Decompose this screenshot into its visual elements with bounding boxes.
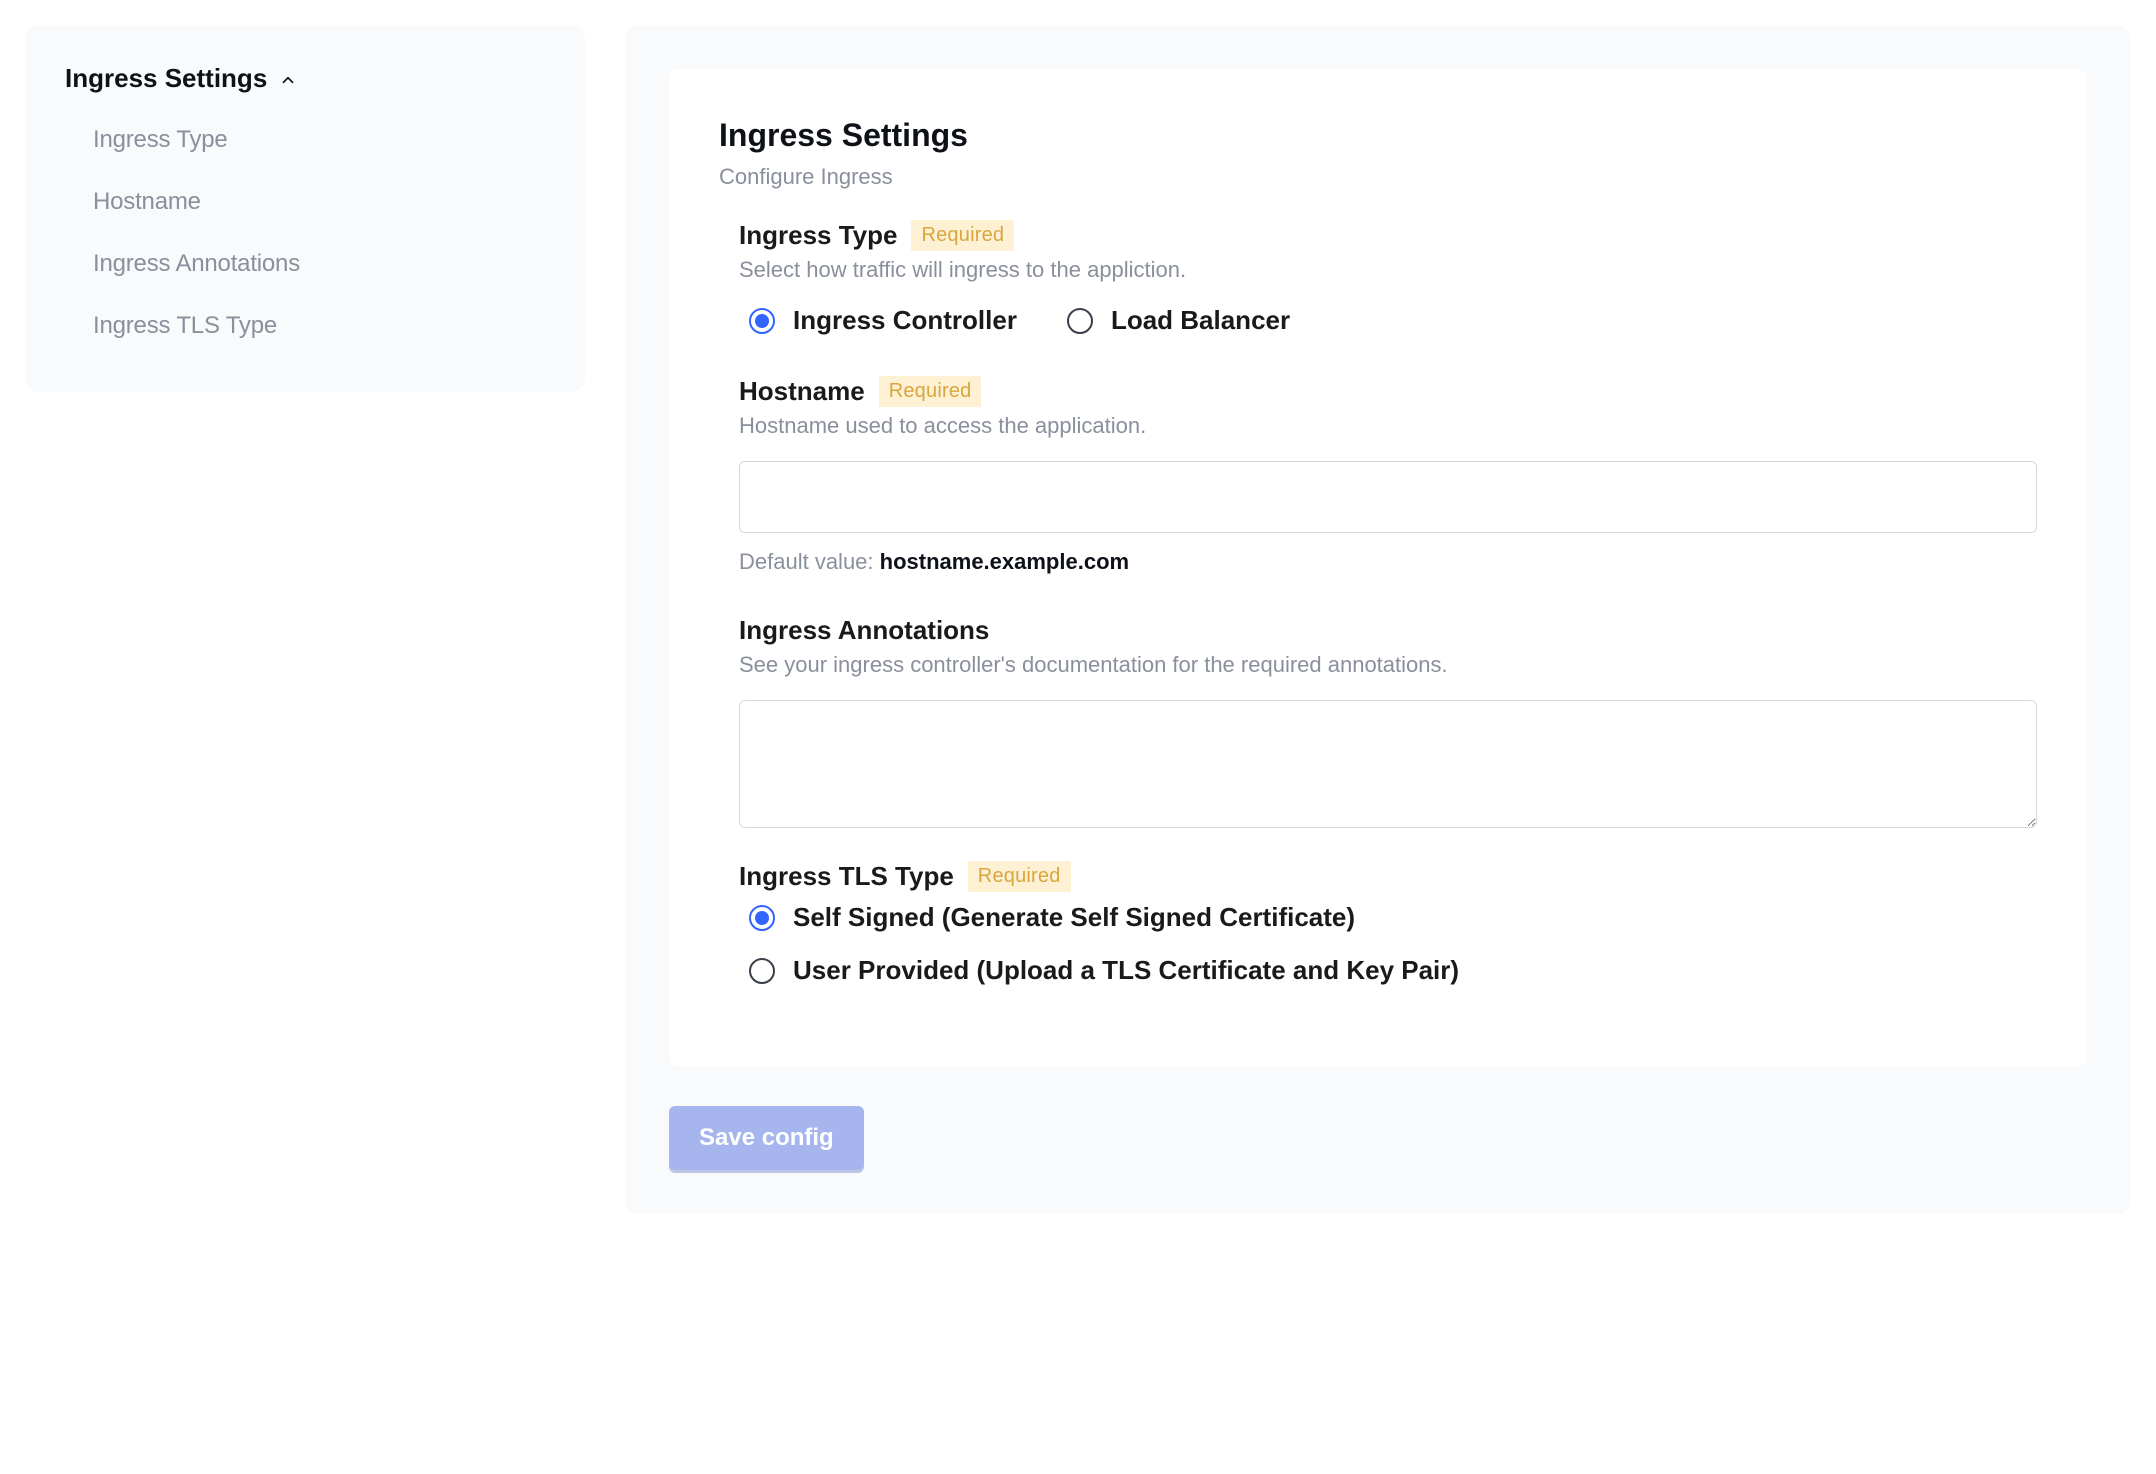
card-subtitle: Configure Ingress <box>719 164 2037 190</box>
ingress-type-options: Ingress Controller Load Balancer <box>739 305 2037 336</box>
sidebar-section-toggle[interactable]: Ingress Settings <box>65 63 545 94</box>
main-panel: Ingress Settings Configure Ingress Ingre… <box>625 25 2131 1214</box>
radio-icon <box>1067 308 1093 334</box>
radio-label: Self Signed (Generate Self Signed Certif… <box>793 902 1355 933</box>
field-label-row: Ingress Type Required <box>739 220 2037 251</box>
radio-label: User Provided (Upload a TLS Certificate … <box>793 955 1459 986</box>
sidebar-item-label: Hostname <box>93 188 201 215</box>
sidebar-item-ingress-type[interactable]: Ingress Type <box>93 118 545 162</box>
annotations-textarea[interactable] <box>739 700 2037 828</box>
required-badge: Required <box>911 220 1014 251</box>
radio-ingress-controller[interactable]: Ingress Controller <box>749 305 1017 336</box>
tls-type-options: Self Signed (Generate Self Signed Certif… <box>739 902 2037 986</box>
settings-card: Ingress Settings Configure Ingress Ingre… <box>669 69 2087 1066</box>
default-value: hostname.example.com <box>880 549 1129 574</box>
field-label-row: Ingress TLS Type Required <box>739 861 2037 892</box>
card-title: Ingress Settings <box>719 117 2037 154</box>
radio-icon <box>749 905 775 931</box>
settings-page: Ingress Settings Ingress Type Hostname I… <box>0 0 2156 1254</box>
sidebar-item-label: Ingress Type <box>93 126 228 153</box>
radio-tls-user-provided[interactable]: User Provided (Upload a TLS Certificate … <box>749 955 2037 986</box>
sidebar-item-ingress-tls-type[interactable]: Ingress TLS Type <box>93 304 545 348</box>
sidebar-item-hostname[interactable]: Hostname <box>93 180 545 224</box>
chevron-up-icon <box>279 71 297 89</box>
radio-tls-self-signed[interactable]: Self Signed (Generate Self Signed Certif… <box>749 902 2037 933</box>
default-prefix: Default value: <box>739 549 880 574</box>
sidebar-title: Ingress Settings <box>65 63 267 94</box>
field-hostname: Hostname Required Hostname used to acces… <box>719 376 2037 575</box>
sidebar: Ingress Settings Ingress Type Hostname I… <box>25 25 585 392</box>
field-label: Ingress TLS Type <box>739 861 954 892</box>
field-label-row: Ingress Annotations <box>739 615 2037 646</box>
default-value-row: Default value: hostname.example.com <box>739 549 2037 575</box>
save-config-button[interactable]: Save config <box>669 1106 864 1170</box>
field-ingress-tls-type: Ingress TLS Type Required Self Signed (G… <box>719 861 2037 986</box>
radio-icon <box>749 958 775 984</box>
field-ingress-type: Ingress Type Required Select how traffic… <box>719 220 2037 336</box>
sidebar-item-ingress-annotations[interactable]: Ingress Annotations <box>93 242 545 286</box>
field-label: Ingress Type <box>739 220 897 251</box>
field-label: Ingress Annotations <box>739 615 989 646</box>
hostname-input[interactable] <box>739 461 2037 533</box>
field-label: Hostname <box>739 376 865 407</box>
field-ingress-annotations: Ingress Annotations See your ingress con… <box>719 615 2037 833</box>
field-label-row: Hostname Required <box>739 376 2037 407</box>
required-badge: Required <box>879 376 982 407</box>
field-help: See your ingress controller's documentat… <box>739 652 2037 678</box>
field-help: Hostname used to access the application. <box>739 413 2037 439</box>
save-row: Save config <box>669 1106 2087 1170</box>
sidebar-item-label: Ingress Annotations <box>93 250 300 277</box>
radio-load-balancer[interactable]: Load Balancer <box>1067 305 1290 336</box>
sidebar-item-label: Ingress TLS Type <box>93 312 277 339</box>
radio-icon <box>749 308 775 334</box>
field-help: Select how traffic will ingress to the a… <box>739 257 2037 283</box>
radio-label: Ingress Controller <box>793 305 1017 336</box>
radio-label: Load Balancer <box>1111 305 1290 336</box>
sidebar-items: Ingress Type Hostname Ingress Annotation… <box>65 118 545 348</box>
required-badge: Required <box>968 861 1071 892</box>
